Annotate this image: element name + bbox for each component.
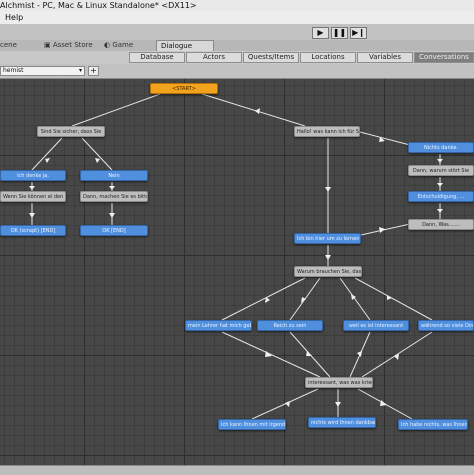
link <box>361 331 433 378</box>
link <box>339 277 371 321</box>
toolbar <box>0 24 474 41</box>
link <box>221 277 306 321</box>
menu-bar: Help <box>0 11 474 24</box>
menu-help[interactable]: Help <box>5 11 23 24</box>
node-sind-sie-sicher[interactable]: Sind Sie sicher, dass Sie <box>37 126 105 137</box>
add-conversation-button[interactable]: + <box>88 66 99 76</box>
link <box>71 93 161 127</box>
node-nein[interactable]: Nein <box>80 170 148 181</box>
pause-button[interactable]: ❚❚ <box>331 27 348 39</box>
play-button[interactable]: ▶ <box>312 27 329 39</box>
step-icon: ▶❙ <box>352 28 365 37</box>
node-ich-denke-ja[interactable]: Ich denke ja. <box>0 170 66 181</box>
link <box>201 93 306 127</box>
link <box>251 388 319 420</box>
node-ok-end[interactable]: OK [END] <box>80 225 148 236</box>
node-dann-machen[interactable]: Dann, machen Sie es bitte <box>80 191 148 202</box>
tab-asset-store-label: Asset Store <box>52 41 93 49</box>
node-waehrend[interactable]: während so viele Dinge <box>418 320 474 331</box>
tab-game-label: Game <box>112 41 134 49</box>
node-start[interactable]: <START> <box>150 83 218 94</box>
conversation-select[interactable]: hemist ▾ <box>0 66 85 76</box>
link <box>31 137 63 171</box>
window-title: Alchmist - PC, Mac & Linux Standalone* <… <box>0 1 197 10</box>
tab-dialogue[interactable]: Dialogue <box>156 40 214 51</box>
tab-database[interactable]: Database <box>129 52 185 63</box>
asset-store-icon: ▣ <box>44 41 53 49</box>
link <box>81 137 113 171</box>
node-weil[interactable]: weil es ist interessant <box>343 320 409 331</box>
tab-scene[interactable]: cene <box>0 40 17 51</box>
window-title-bar: Alchmist - PC, Mac & Linux Standalone* <… <box>0 0 474 11</box>
conversation-select-value: hemist <box>3 67 24 74</box>
node-links <box>29 93 443 420</box>
link <box>221 331 321 378</box>
node-hallo[interactable]: Hallo! was kann ich für Si <box>294 126 360 137</box>
tab-quests-items[interactable]: Quests/Items <box>243 52 299 63</box>
link <box>359 131 411 146</box>
tab-asset-store[interactable]: ▣ Asset Store <box>44 40 93 51</box>
node-dann-warum[interactable]: Dann, warum stört Sie <box>408 165 474 176</box>
step-button[interactable]: ▶❙ <box>350 27 367 39</box>
link <box>354 277 433 321</box>
node-editor-canvas[interactable]: <START> Sind Sie sicher, dass Sie Hallo!… <box>0 79 474 474</box>
node-wenn-sie[interactable]: Wenn Sie können ei den Ure <box>0 191 66 202</box>
play-icon: ▶ <box>317 28 324 37</box>
node-nichts-danke[interactable]: Nichts danke. <box>408 142 474 153</box>
link <box>360 223 411 236</box>
node-reich[interactable]: Reich zu sein <box>257 320 323 331</box>
pause-icon: ❚❚ <box>332 28 347 37</box>
tab-variables[interactable]: Variables <box>357 52 413 63</box>
tab-locations[interactable]: Locations <box>300 52 356 63</box>
node-ok-scrapt-end[interactable]: OK (scrapt) [END] <box>0 225 66 236</box>
tab-game[interactable]: ◐ Game <box>104 40 133 51</box>
node-dann-was[interactable]: Dann, Was....... <box>408 219 474 230</box>
tab-conversations[interactable]: Conversations <box>414 52 474 63</box>
node-ich-habe[interactable]: Ich habe nichts, was Ihnen <box>398 419 468 430</box>
node-interessant[interactable]: interessant, was was krieg <box>305 377 373 388</box>
node-ich-kann[interactable]: Ich kann Ihnen mit irgende <box>218 419 286 430</box>
node-nichts-wird[interactable]: nichts wird Ihnen dankbar <box>308 417 376 428</box>
chevron-down-icon: ▾ <box>78 67 82 74</box>
node-entschuldigung[interactable]: Entschuldigung, ... <box>408 191 474 202</box>
tab-actors[interactable]: Actors <box>186 52 242 63</box>
node-ich-bin-hier[interactable]: Ich bin hier um zu lernen. <box>294 233 361 244</box>
node-mein-lehrer[interactable]: mein Lehrer hat mich gebet <box>185 320 252 331</box>
node-warum-brauchen[interactable]: Warum brauchen Sie, dass z <box>294 266 362 277</box>
